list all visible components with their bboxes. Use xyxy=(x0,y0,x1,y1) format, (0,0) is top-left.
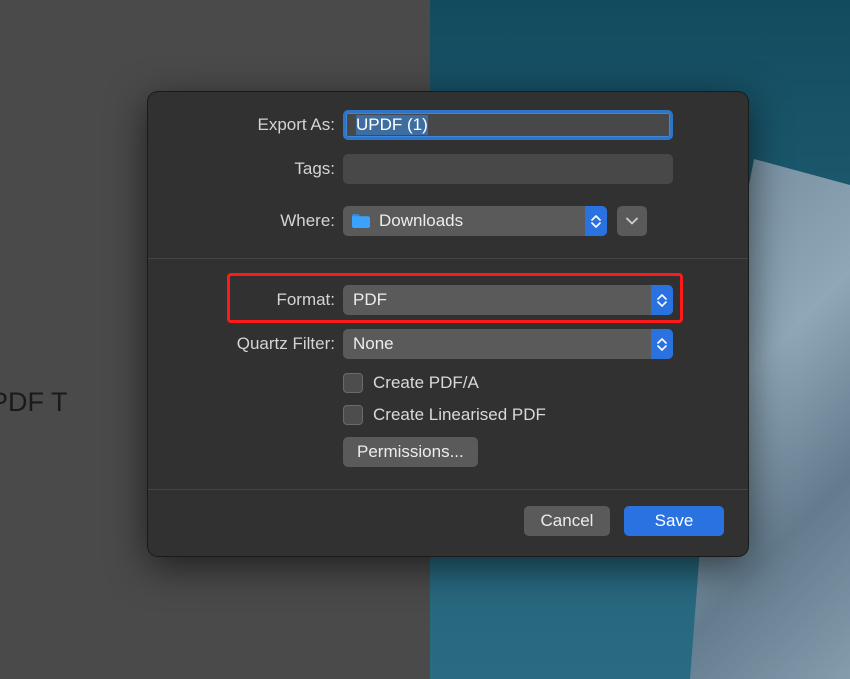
folder-icon xyxy=(351,213,371,229)
cancel-button[interactable]: Cancel xyxy=(524,506,610,536)
create-linearised-label: Create Linearised PDF xyxy=(373,405,546,425)
quartz-filter-popup[interactable]: None xyxy=(343,329,673,359)
where-value: Downloads xyxy=(379,211,463,231)
format-label: Format: xyxy=(172,290,343,310)
tags-label: Tags: xyxy=(172,159,343,179)
dialog-top-section: Export As: Tags: Where: xyxy=(148,92,748,258)
quartz-filter-value: None xyxy=(353,334,394,354)
create-linearised-checkbox[interactable] xyxy=(343,405,363,425)
updown-arrows-icon xyxy=(651,329,673,359)
create-pdfa-checkbox[interactable] xyxy=(343,373,363,393)
dialog-footer: Cancel Save xyxy=(148,490,748,556)
format-value: PDF xyxy=(353,290,387,310)
export-dialog: Export As: Tags: Where: xyxy=(148,92,748,556)
updown-arrows-icon xyxy=(585,206,607,236)
permissions-button[interactable]: Permissions... xyxy=(343,437,478,467)
chevron-down-icon xyxy=(626,217,638,225)
save-button-label: Save xyxy=(655,511,694,531)
export-as-label: Export As: xyxy=(172,115,343,135)
background-text: st AI PDF T xyxy=(0,387,68,418)
cancel-button-label: Cancel xyxy=(541,511,594,531)
format-popup[interactable]: PDF xyxy=(343,285,673,315)
where-popup[interactable]: Downloads xyxy=(343,206,607,236)
updown-arrows-icon xyxy=(651,285,673,315)
create-pdfa-label: Create PDF/A xyxy=(373,373,479,393)
save-button[interactable]: Save xyxy=(624,506,724,536)
expand-where-button[interactable] xyxy=(617,206,647,236)
quartz-filter-label: Quartz Filter: xyxy=(172,334,343,354)
tags-input[interactable] xyxy=(343,154,673,184)
where-label: Where: xyxy=(172,211,343,231)
export-as-input[interactable] xyxy=(343,110,673,140)
dialog-middle-section: Format: PDF Quartz Filter: None xyxy=(148,259,748,489)
permissions-button-label: Permissions... xyxy=(357,442,464,462)
